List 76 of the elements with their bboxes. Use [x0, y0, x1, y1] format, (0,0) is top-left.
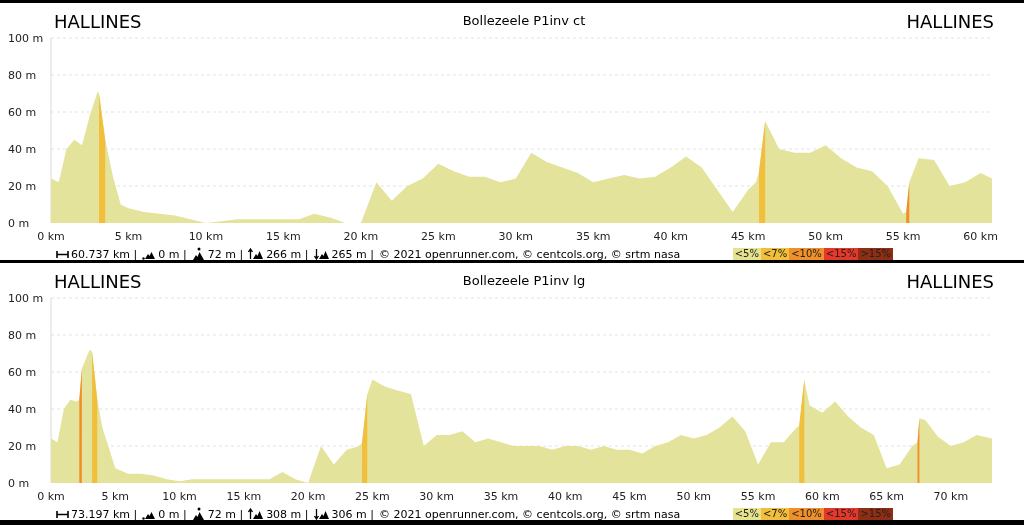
stat-value: 0 m | — [158, 248, 187, 260]
finish-place: HALLINES — [906, 273, 994, 293]
y-axis-label: 100 m — [8, 33, 44, 45]
distance-icon — [56, 249, 69, 259]
x-axis-label: 45 km — [612, 490, 647, 503]
descent-icon — [313, 508, 330, 520]
y-axis-label: 60 m — [8, 366, 37, 379]
x-axis-label: 55 km — [885, 230, 921, 243]
gradient-legend-item: <15% — [823, 508, 859, 520]
stat-value: 0 m | — [158, 508, 187, 520]
x-axis-label: 10 km — [188, 230, 224, 243]
x-axis-label: 5 km — [114, 230, 143, 243]
gradient-legend-item: <10% — [789, 248, 824, 260]
x-axis-label: 45 km — [730, 230, 766, 243]
x-axis-label: 40 km — [653, 230, 688, 243]
x-axis-label: 60 km — [963, 230, 998, 243]
y-axis-label: 40 m — [8, 143, 37, 156]
ascent-icon — [248, 508, 265, 520]
x-axis-label: 35 km — [575, 230, 611, 243]
x-axis-label: 15 km — [226, 490, 262, 503]
x-axis-label: 20 km — [343, 230, 379, 243]
y-axis-label: 80 m — [8, 329, 37, 342]
x-axis-label: 25 km — [421, 230, 456, 243]
x-axis-label: 0 km — [37, 490, 65, 503]
x-axis-label: 70 km — [933, 490, 969, 503]
x-axis-label: 40 km — [547, 490, 583, 503]
x-axis-label: 50 km — [676, 490, 712, 503]
stat-value: 73.197 km | — [71, 508, 138, 520]
descent-icon — [313, 248, 330, 260]
maximum-altitude-icon — [191, 247, 206, 261]
start-place: HALLINES — [54, 13, 142, 33]
x-axis-label: 50 km — [808, 230, 843, 243]
y-axis-label: 60 m — [8, 106, 37, 119]
gradient-legend-item: <10% — [789, 508, 824, 520]
chart-title: Bollezeele P1inv lg — [462, 274, 586, 290]
credits-text: © 2021 openrunner.com, © centcols.org, © srtm nasa — [378, 508, 681, 520]
stat-value: 265 m | — [331, 248, 374, 260]
x-axis-label: 65 km — [869, 490, 904, 503]
x-axis-label: 10 km — [162, 490, 197, 503]
y-axis-label: 20 m — [8, 180, 37, 193]
y-axis-label: 0 m — [8, 217, 30, 230]
x-axis-label: 30 km — [419, 490, 454, 503]
x-axis-label: 5 km — [101, 490, 130, 503]
y-axis-label: 80 m — [8, 69, 37, 82]
x-axis-label: 35 km — [483, 490, 519, 503]
gradient-legend-item: <5% — [732, 508, 761, 520]
stat-value: 72 m | — [207, 508, 244, 520]
x-axis-label: 0 km — [37, 230, 65, 243]
y-axis-label: 100 m — [8, 293, 44, 305]
y-axis-label: 40 m — [8, 403, 37, 416]
finish-place: HALLINES — [906, 13, 994, 33]
x-axis-label: 25 km — [355, 490, 390, 503]
distance-icon — [56, 509, 69, 519]
x-axis-label: 55 km — [740, 490, 776, 503]
stat-value: 60.737 km | — [71, 248, 138, 260]
y-axis-label: 20 m — [8, 440, 37, 453]
y-axis-label: 0 m — [8, 477, 30, 490]
ascent-icon — [248, 248, 265, 260]
credits-text: © 2021 openrunner.com, © centcols.org, © srtm nasa — [378, 248, 681, 260]
gradient-legend-item: <7% — [760, 248, 790, 260]
gradient-legend-item: >15% — [858, 248, 893, 260]
gradient-legend-item: <5% — [732, 248, 761, 260]
stat-value: 306 m | — [331, 508, 374, 520]
stat-value: 308 m | — [266, 508, 309, 520]
chart-title: Bollezeele P1inv ct — [462, 14, 586, 30]
start-place: HALLINES — [54, 273, 142, 293]
x-axis-label: 30 km — [498, 230, 534, 243]
x-axis-label: 15 km — [266, 230, 301, 243]
x-axis-label: 20 km — [290, 490, 326, 503]
gradient-legend-item: <7% — [760, 508, 790, 520]
maximum-altitude-icon — [191, 507, 206, 521]
x-axis-label: 60 km — [805, 490, 840, 503]
gradient-legend-item: >15% — [858, 508, 893, 520]
stat-value: 72 m | — [207, 248, 244, 260]
stat-value: 266 m | — [266, 248, 309, 260]
gradient-legend-item: <15% — [823, 248, 859, 260]
